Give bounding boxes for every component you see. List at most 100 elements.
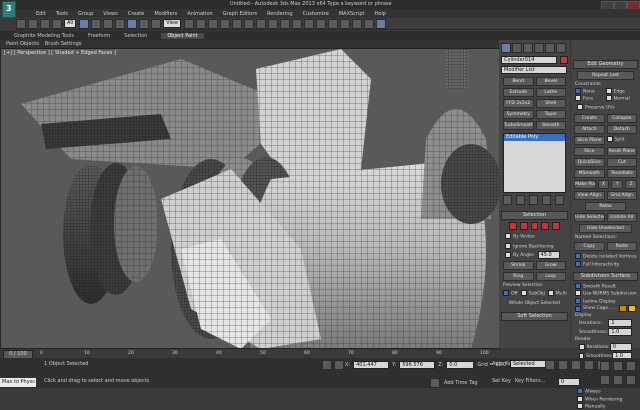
field-of-view-icon[interactable] [600, 375, 610, 385]
select-object-icon[interactable] [79, 18, 90, 29]
element-level-icon[interactable] [552, 222, 560, 230]
unhide-all-button[interactable]: Unhide All [606, 212, 637, 222]
preserve-uvs-checkbox[interactable]: Preserve UVs [577, 104, 634, 111]
shell-button[interactable]: Shell [535, 99, 566, 108]
ring-button[interactable]: Ring [503, 272, 534, 281]
tab-object-paint[interactable]: Object Paint [161, 32, 204, 39]
z-coordinate-field[interactable]: 0.0 [446, 361, 475, 369]
perspective-viewport[interactable]: [+] [ Perspective ] [ Shaded + Edged Fac… [0, 48, 500, 350]
absolute-mode-icon[interactable] [334, 360, 344, 370]
bend-button[interactable]: Bend [503, 77, 534, 86]
app-logo-icon[interactable]: 3 [2, 1, 16, 18]
selection-filter-dropdown[interactable]: All [64, 19, 77, 28]
planar-z-button[interactable]: Z [625, 179, 637, 189]
pivot-icon[interactable] [184, 18, 195, 29]
msmooth-button[interactable]: MSmooth [574, 168, 605, 178]
use-nurms-checkbox[interactable]: Use NURMS Subdivision [575, 290, 637, 297]
bevel-button[interactable]: Bevel [535, 77, 566, 86]
loop-button[interactable]: Loop [535, 272, 566, 281]
stack-item-editable-poly[interactable]: Editable Poly [504, 134, 565, 141]
hide-selected-button[interactable]: Hide Selected [574, 212, 605, 222]
tab-graphite-modeling-tools[interactable]: Graphite Modeling Tools [14, 33, 74, 39]
viewport-label[interactable]: [+] [ Perspective ] [ Shaded + Edged Fac… [4, 50, 116, 56]
make-unique-icon[interactable] [529, 195, 538, 205]
make-planar-button[interactable]: Make Planar [574, 179, 596, 189]
lock-selection-icon[interactable] [322, 360, 332, 370]
selection-rollout-header[interactable]: Selection [501, 211, 568, 220]
menu-graph-editors[interactable]: Graph Editors [223, 11, 257, 17]
cut-button[interactable]: Cut [606, 157, 637, 167]
key-filters-button[interactable]: Key Filters... [515, 378, 545, 384]
tab-freeform[interactable]: Freeform [88, 33, 110, 39]
utilities-tab-icon[interactable] [556, 43, 566, 53]
layer-manager-icon[interactable] [292, 18, 303, 29]
full-interactivity-checkbox[interactable]: Full Interactivity [575, 261, 636, 268]
key-mode-dropdown[interactable]: Selected [510, 360, 546, 368]
create-button[interactable]: Create [574, 113, 605, 123]
spinner-snap-icon[interactable] [244, 18, 255, 29]
y-coordinate-field[interactable]: 596.576 [399, 361, 436, 369]
tessellate-button[interactable]: Tessellate [606, 168, 637, 178]
window-crossing-icon[interactable] [115, 18, 126, 29]
angle-snap-icon[interactable] [220, 18, 231, 29]
symmetry-button[interactable]: Symmetry [503, 110, 534, 119]
turbosmooth-button[interactable]: TurboSmooth [503, 121, 534, 130]
show-end-result-icon[interactable] [516, 195, 525, 205]
split-checkbox[interactable]: Split [606, 135, 638, 145]
update-manually-radio[interactable]: Manually [577, 403, 634, 410]
detach-button[interactable]: Detach [606, 124, 637, 134]
current-frame-field[interactable]: 0 [558, 378, 580, 386]
cage-selection-color-swatch[interactable] [627, 305, 636, 312]
relax-button[interactable]: Relax [585, 201, 626, 211]
preview-subobj-radio[interactable]: SubObj [520, 290, 545, 297]
rotate-icon[interactable] [139, 18, 150, 29]
vertex-level-icon[interactable] [509, 222, 517, 230]
soft-selection-rollout-header[interactable]: Soft Selection [501, 311, 568, 321]
attach-button[interactable]: Attach [574, 124, 605, 134]
lathe-button[interactable]: Lathe [535, 88, 566, 97]
grow-button[interactable]: Grow [535, 261, 566, 270]
ffd-button[interactable]: FFD 2x2x2 [503, 99, 534, 108]
preview-off-radio[interactable]: Off [503, 290, 518, 297]
extrude-button[interactable]: Extrude [503, 88, 534, 97]
next-frame-icon[interactable] [584, 360, 594, 370]
menu-views[interactable]: Views [103, 11, 117, 17]
taper-button[interactable]: Taper [535, 110, 566, 119]
rendered-frame-icon[interactable] [364, 18, 375, 29]
align-icon[interactable] [280, 18, 291, 29]
x-coordinate-field[interactable]: 401.447 [353, 361, 390, 369]
smooth-button[interactable]: Smooth [535, 121, 566, 130]
planar-x-button[interactable]: X [597, 179, 610, 189]
brush-settings-panel[interactable]: Brush Settings [45, 41, 82, 47]
menu-modifiers[interactable]: Modifiers [154, 11, 177, 17]
repeat-last-button[interactable]: Repeat Last [577, 71, 634, 80]
menu-rendering[interactable]: Rendering [267, 11, 293, 17]
menu-edit[interactable]: Edit [36, 11, 46, 17]
modifier-list-dropdown[interactable]: Modifier List [501, 66, 567, 74]
border-level-icon[interactable] [530, 222, 539, 230]
configure-sets-icon[interactable] [555, 195, 564, 205]
display-smoothness-field[interactable]: 1.0 [608, 328, 632, 336]
move-icon[interactable] [127, 18, 138, 29]
view-align-button[interactable]: View Align [574, 190, 605, 200]
menu-tools[interactable]: Tools [56, 11, 68, 17]
redo-icon[interactable] [28, 18, 38, 29]
constraint-normal-radio[interactable]: Normal [605, 94, 637, 101]
material-editor-icon[interactable] [340, 18, 351, 29]
copy-button[interactable]: Copy [574, 241, 605, 251]
undo-icon[interactable] [16, 18, 26, 29]
paint-objects-panel[interactable]: Paint Objects [6, 41, 39, 47]
percent-snap-icon[interactable] [232, 18, 243, 29]
reset-plane-button[interactable]: Reset Plane [606, 146, 637, 156]
shrink-button[interactable]: Shrink [503, 261, 534, 270]
grid-align-button[interactable]: Grid Align [606, 190, 637, 200]
reference-coordinate-dropdown[interactable]: View [163, 19, 182, 28]
zoom-all-icon[interactable] [613, 361, 623, 371]
tab-selection[interactable]: Selection [124, 33, 147, 39]
curve-editor-icon[interactable] [316, 18, 327, 29]
motion-tab-icon[interactable] [534, 43, 544, 53]
time-tag-icon[interactable] [430, 378, 440, 388]
menu-help[interactable]: Help [375, 11, 386, 17]
polygon-level-icon[interactable] [541, 222, 550, 230]
named-selection-icon[interactable] [256, 18, 267, 29]
